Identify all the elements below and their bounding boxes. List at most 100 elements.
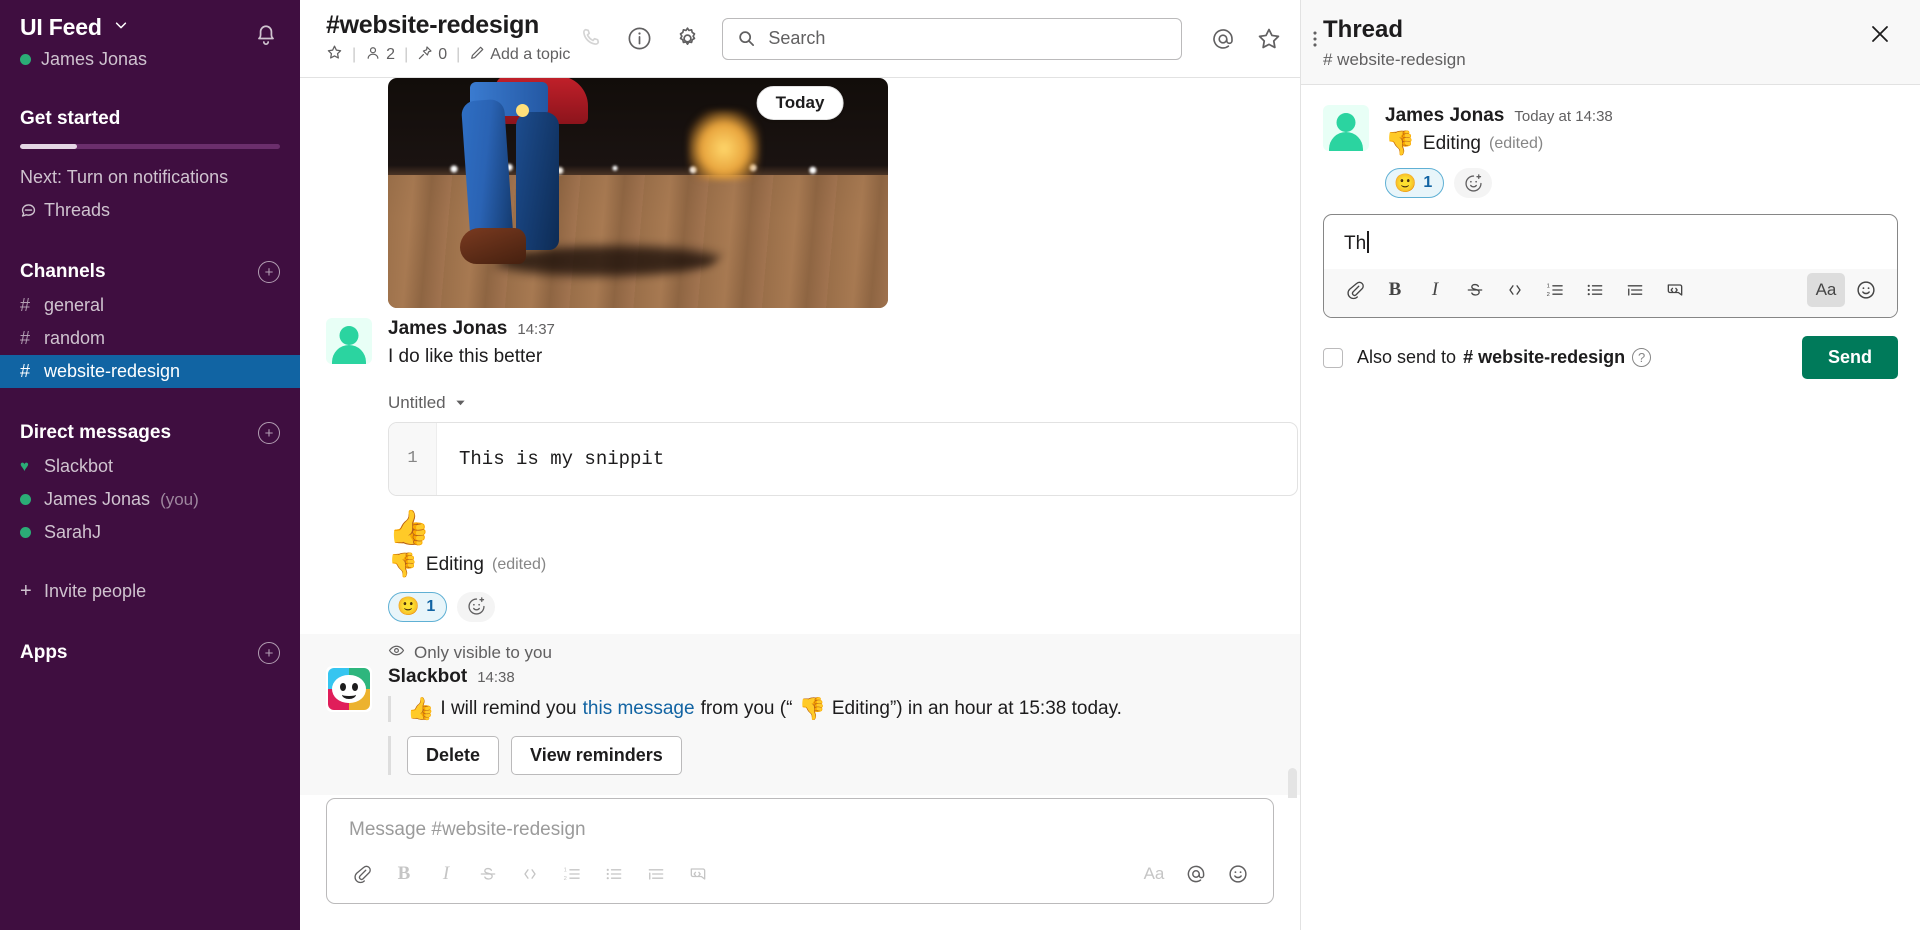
star-icon[interactable] bbox=[1248, 18, 1290, 60]
sidebar-item-website-redesign[interactable]: # website-redesign bbox=[0, 355, 300, 388]
attachment-icon[interactable] bbox=[1336, 273, 1374, 307]
ordered-list-icon[interactable]: 12 bbox=[1536, 273, 1574, 307]
add-dm-plus-circle-icon[interactable]: + bbox=[258, 422, 280, 444]
strikethrough-icon[interactable] bbox=[469, 857, 507, 891]
send-button[interactable]: Send bbox=[1801, 336, 1898, 379]
slackbot-author[interactable]: Slackbot bbox=[388, 666, 467, 688]
attachment-icon[interactable] bbox=[343, 857, 381, 891]
page-title[interactable]: #website-redesign bbox=[326, 11, 570, 40]
italic-icon[interactable]: I bbox=[1416, 273, 1454, 307]
at-icon[interactable] bbox=[1177, 857, 1215, 891]
thread-message-author[interactable]: James Jonas bbox=[1385, 105, 1504, 127]
members-meta[interactable]: 2 bbox=[365, 45, 395, 66]
reaction-pill[interactable]: 🙂 1 bbox=[388, 591, 448, 622]
code-block-icon[interactable] bbox=[1656, 273, 1694, 307]
snippet-box[interactable]: 1 This is my snippit bbox=[388, 421, 1298, 496]
formatting-icon[interactable]: Aa bbox=[1135, 857, 1173, 891]
only-visible-row: Only visible to you bbox=[388, 642, 1274, 664]
emoji-icon[interactable] bbox=[1847, 273, 1885, 307]
this-message-link[interactable]: this message bbox=[583, 698, 695, 720]
gear-icon[interactable] bbox=[666, 18, 708, 60]
workspace-user[interactable]: James Jonas bbox=[20, 49, 246, 70]
get-started-next[interactable]: Next: Turn on notifications bbox=[0, 161, 300, 194]
also-send-checkbox[interactable] bbox=[1323, 347, 1343, 368]
formatting-icon[interactable]: Aa bbox=[1807, 273, 1845, 307]
add-channel-plus-circle-icon[interactable]: + bbox=[258, 261, 280, 283]
blockquote-icon[interactable] bbox=[637, 857, 675, 891]
add-reaction-icon[interactable] bbox=[457, 591, 496, 622]
thread-composer[interactable]: Th B I 1 2 Aa bbox=[1323, 214, 1898, 318]
strikethrough-icon[interactable] bbox=[1456, 273, 1494, 307]
message-text: I do like this better bbox=[388, 346, 543, 367]
message-scrollbar[interactable] bbox=[1288, 768, 1297, 798]
bell-icon[interactable] bbox=[246, 16, 286, 56]
topbar-right-icons bbox=[1202, 18, 1336, 60]
invite-people-item[interactable]: + Invite people bbox=[0, 575, 300, 608]
at-icon[interactable] bbox=[1202, 18, 1244, 60]
code-icon[interactable] bbox=[511, 857, 549, 891]
bulleted-list-icon[interactable] bbox=[595, 857, 633, 891]
ordered-list-icon[interactable]: 12 bbox=[553, 857, 591, 891]
slackbot-avatar[interactable] bbox=[326, 665, 372, 712]
sidebar-item-general[interactable]: # general bbox=[0, 289, 300, 322]
message-scroll[interactable]: Today James Jonas 14:37 I do like this b… bbox=[300, 78, 1300, 798]
only-visible-label: Only visible to you bbox=[414, 642, 552, 662]
message-header: James Jonas 14:37 bbox=[388, 318, 1274, 340]
blockquote-icon[interactable] bbox=[1616, 273, 1654, 307]
thread-subtitle[interactable]: # website-redesign bbox=[1323, 50, 1862, 70]
caret-down-icon[interactable] bbox=[455, 393, 466, 413]
info-circle-icon[interactable] bbox=[618, 18, 660, 60]
emoji-icon[interactable] bbox=[1219, 857, 1257, 891]
search-input[interactable]: Search bbox=[722, 17, 1183, 60]
thread-add-reaction-icon[interactable] bbox=[1454, 168, 1493, 198]
avatar-body bbox=[332, 345, 366, 364]
bulleted-list-icon[interactable] bbox=[1576, 273, 1614, 307]
snippet-title-row[interactable]: Untitled bbox=[388, 393, 1274, 413]
code-icon[interactable] bbox=[1496, 273, 1534, 307]
also-send-label: Also send to bbox=[1357, 347, 1457, 367]
add-app-plus-circle-icon[interactable]: + bbox=[258, 642, 280, 664]
question-circle-icon[interactable]: ? bbox=[1632, 348, 1652, 367]
add-topic-button[interactable]: Add a topic bbox=[469, 45, 570, 66]
thread-reaction-pill[interactable]: 🙂 1 bbox=[1385, 168, 1445, 198]
sidebar-dm-james-jonas[interactable]: James Jonas (you) bbox=[0, 483, 300, 516]
delete-button[interactable]: Delete bbox=[407, 735, 500, 775]
phone-icon[interactable] bbox=[570, 18, 612, 60]
pins-count: 0 bbox=[438, 46, 448, 64]
kebab-menu-icon[interactable] bbox=[1294, 18, 1336, 60]
sidebar-item-random[interactable]: # random bbox=[0, 322, 300, 355]
thread-reply-input[interactable]: Th bbox=[1324, 215, 1897, 269]
also-send-channel[interactable]: # website-redesign bbox=[1463, 347, 1625, 368]
view-reminders-button[interactable]: View reminders bbox=[511, 735, 682, 775]
sidebar-dm-slackbot[interactable]: ♥ Slackbot bbox=[0, 450, 300, 483]
slackbot-time: 14:38 bbox=[477, 668, 515, 686]
members-count: 2 bbox=[386, 46, 396, 64]
star-outline-icon[interactable] bbox=[326, 44, 343, 66]
add-topic-label: Add a topic bbox=[490, 46, 571, 64]
channel-list: # general # random # website-redesign bbox=[0, 289, 300, 388]
divider: | bbox=[404, 46, 409, 64]
avatar[interactable] bbox=[326, 318, 372, 364]
sidebar-item-threads[interactable]: Threads bbox=[0, 194, 300, 227]
pins-meta[interactable]: 0 bbox=[417, 45, 447, 66]
code-block-icon[interactable] bbox=[679, 857, 717, 891]
italic-icon[interactable]: I bbox=[427, 857, 465, 891]
workspace-name[interactable]: UI Feed bbox=[20, 14, 102, 41]
slackbot-actions: Delete View reminders bbox=[388, 735, 1274, 775]
bold-icon[interactable]: B bbox=[1376, 273, 1414, 307]
message-input[interactable]: Message #website-redesign bbox=[327, 799, 1273, 851]
reminder-text-middle: from you (“ bbox=[700, 697, 793, 719]
thread-avatar[interactable] bbox=[1323, 105, 1369, 151]
reactions-row: 🙂 1 bbox=[388, 591, 1274, 622]
message-author[interactable]: James Jonas bbox=[388, 318, 507, 340]
heart-icon: ♥ bbox=[20, 458, 29, 475]
message-composer[interactable]: Message #website-redesign B I 1 2 Aa bbox=[326, 798, 1274, 904]
workspace-block[interactable]: UI Feed James Jonas bbox=[20, 14, 246, 70]
sidebar-dm-sarahj[interactable]: SarahJ bbox=[0, 516, 300, 549]
thread-body: James Jonas Today at 14:38 👎 Editing (ed… bbox=[1301, 85, 1920, 198]
today-divider: Today bbox=[756, 86, 844, 120]
close-icon[interactable] bbox=[1862, 16, 1898, 52]
bold-icon[interactable]: B bbox=[385, 857, 423, 891]
chevron-down-icon[interactable] bbox=[114, 18, 128, 37]
thread-edited-tag: (edited) bbox=[1489, 134, 1544, 152]
